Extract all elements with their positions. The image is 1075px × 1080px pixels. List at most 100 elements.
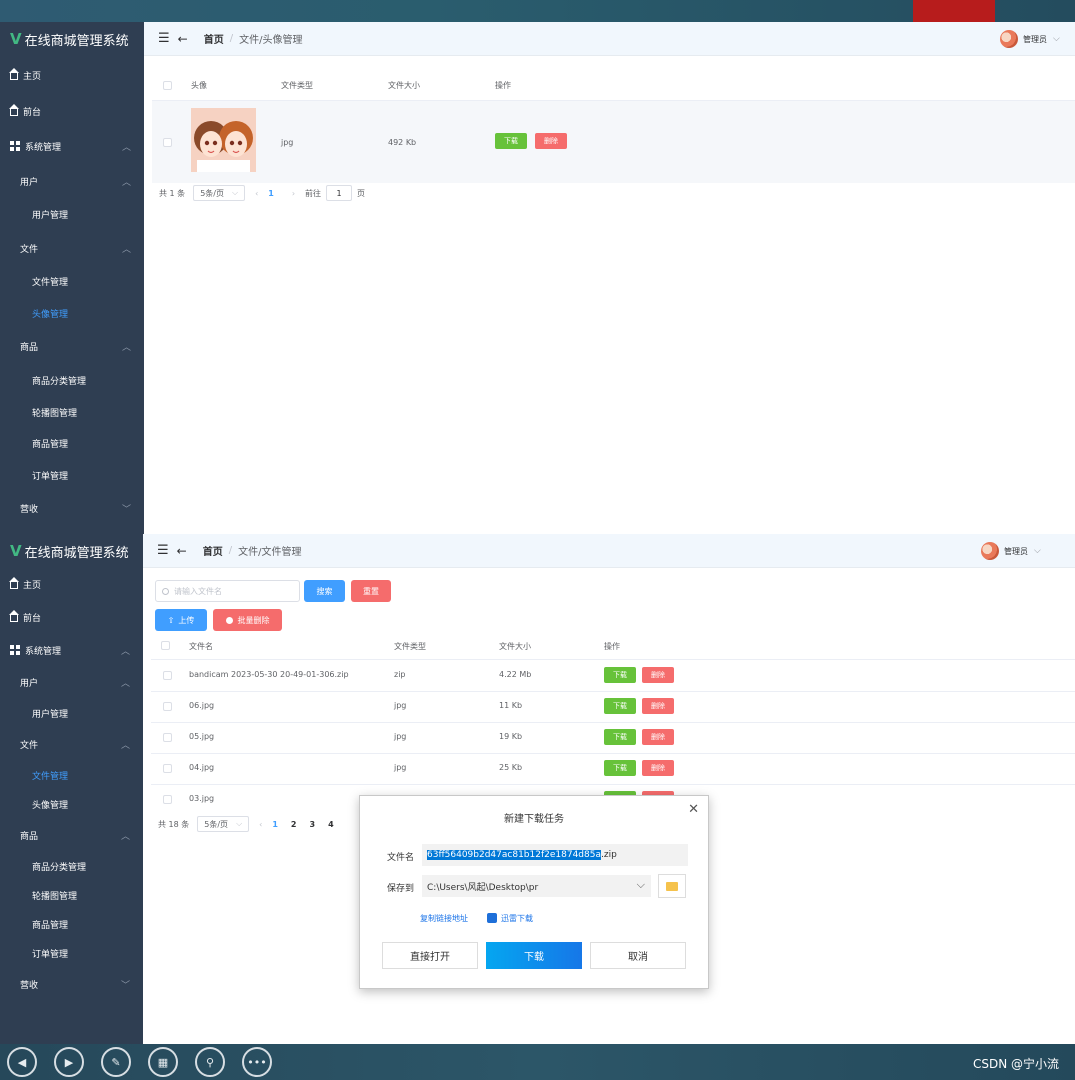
sidebar-item-avatar-mgmt[interactable]: 头像管理: [0, 794, 143, 814]
sidebar-item-revenue[interactable]: 营收 ﹀: [0, 974, 143, 994]
sidebar-item-system[interactable]: 系统管理 ︿: [0, 136, 144, 156]
row-checkbox[interactable]: [163, 795, 172, 804]
filename-input[interactable]: 63ff56409b2d47ac81b12f2e1874d85a .zip: [422, 844, 688, 866]
sidebar: V 在线商城管理系统 主页 前台 系统管理 ︿ 用户 ︿ 用户管理 文件 ︿ 文件管理 …: [0, 534, 143, 1044]
sidebar-item-home[interactable]: 主页: [0, 65, 144, 85]
sidebar-item-user[interactable]: 用户 ︿: [0, 672, 143, 692]
previous-icon[interactable]: ◀: [7, 1047, 37, 1077]
page-size-select[interactable]: 5条/页 ⌵: [197, 816, 250, 832]
batch-delete-button[interactable]: 批量删除: [213, 609, 282, 631]
row-checkbox[interactable]: [163, 702, 172, 711]
more-icon[interactable]: •••: [242, 1047, 272, 1077]
next-page-icon[interactable]: ›: [292, 189, 295, 198]
download-button[interactable]: 下载: [604, 729, 636, 745]
download-button[interactable]: 下载: [604, 698, 636, 714]
cancel-button[interactable]: 取消: [590, 942, 686, 969]
search-button[interactable]: 搜索: [304, 580, 345, 602]
sidebar-item-carousel[interactable]: 轮播图管理: [0, 885, 143, 905]
sidebar-item-file-mgmt[interactable]: 文件管理: [0, 271, 144, 291]
sidebar-item-user[interactable]: 用户 ︿: [0, 171, 144, 191]
brand[interactable]: V 在线商城管理系统: [0, 22, 144, 56]
row-checkbox[interactable]: [163, 733, 172, 742]
menu-toggle-icon[interactable]: ☰: [158, 31, 170, 46]
sidebar-item-file[interactable]: 文件 ︿: [0, 238, 144, 258]
page-number[interactable]: 4: [328, 820, 334, 829]
sidebar-item-revenue[interactable]: 营收 ﹀: [0, 498, 144, 518]
next-icon[interactable]: ▶: [54, 1047, 84, 1077]
user-menu[interactable]: 管理员 ⌵: [981, 542, 1041, 560]
saveto-select[interactable]: C:\Users\风起\Desktop\pr ⌵: [422, 875, 651, 897]
page-size-select[interactable]: 5条/页 ⌵: [193, 185, 246, 201]
top-window-bar: [0, 0, 1075, 22]
copy-link-button[interactable]: 复制链接地址: [420, 913, 468, 924]
page-number[interactable]: 3: [310, 820, 316, 829]
sidebar-item-user-mgmt[interactable]: 用户管理: [0, 703, 143, 723]
sidebar-item-label: 系统管理: [25, 646, 62, 657]
delete-button[interactable]: 删除: [535, 133, 567, 149]
breadcrumb-home[interactable]: 首页: [203, 543, 223, 558]
brand[interactable]: V 在线商城管理系统: [0, 534, 143, 568]
sidebar-item-order-mgmt[interactable]: 订单管理: [0, 943, 143, 963]
column-header-filename: 文件名: [189, 642, 213, 651]
sidebar-item-goods-mgmt[interactable]: 商品管理: [0, 433, 144, 453]
sidebar-item-goods-category[interactable]: 商品分类管理: [0, 370, 144, 390]
prev-page-icon[interactable]: ‹: [255, 189, 258, 198]
row-checkbox[interactable]: [163, 764, 172, 773]
file-type: jpg: [394, 732, 407, 741]
page-number[interactable]: 2: [291, 820, 297, 829]
sidebar-item-goods[interactable]: 商品 ︿: [0, 336, 144, 356]
goto-page-input[interactable]: 1: [326, 185, 353, 201]
select-all-checkbox[interactable]: [163, 81, 172, 90]
sidebar-item-goods[interactable]: 商品 ︿: [0, 825, 143, 845]
upload-button[interactable]: ⇧ 上传: [155, 609, 207, 631]
page-number[interactable]: 1: [272, 820, 278, 829]
prev-page-icon[interactable]: ‹: [259, 820, 262, 829]
back-arrow-icon[interactable]: ←: [178, 32, 188, 46]
back-arrow-icon[interactable]: ←: [177, 544, 187, 558]
download-button[interactable]: 下载: [604, 667, 636, 683]
download-confirm-button[interactable]: 下载: [486, 942, 582, 969]
thunder-download-link[interactable]: 迅雷下载: [487, 913, 533, 924]
delete-button[interactable]: 删除: [642, 729, 674, 745]
sidebar-item-carousel[interactable]: 轮播图管理: [0, 402, 144, 422]
slides-grid-icon[interactable]: ▦: [148, 1047, 178, 1077]
page-number[interactable]: 1: [268, 189, 274, 198]
sidebar-item-user-mgmt[interactable]: 用户管理: [0, 204, 144, 224]
pen-icon[interactable]: ✎: [101, 1047, 131, 1077]
zoom-icon[interactable]: ⚲: [195, 1047, 225, 1077]
pagination-total: 共 1 条: [159, 188, 186, 198]
sidebar-item-label: 系统管理: [25, 142, 62, 153]
sidebar-item-system[interactable]: 系统管理 ︿: [0, 640, 143, 660]
home-icon: [9, 610, 19, 622]
reset-button[interactable]: 重置: [351, 580, 391, 602]
download-button[interactable]: 下载: [495, 133, 527, 149]
sidebar-item-file[interactable]: 文件 ︿: [0, 734, 143, 754]
delete-button[interactable]: 删除: [642, 667, 674, 683]
delete-button[interactable]: 删除: [642, 698, 674, 714]
chevron-up-icon: ︿: [121, 142, 131, 153]
user-menu[interactable]: 管理员 ⌵: [1000, 30, 1060, 48]
sidebar-item-order-mgmt[interactable]: 订单管理: [0, 465, 144, 485]
chevron-down-icon: ⌵: [1034, 546, 1041, 556]
breadcrumb-current: 文件/头像管理: [239, 35, 303, 46]
folder-browse-button[interactable]: [658, 874, 686, 898]
sidebar-item-goods-category[interactable]: 商品分类管理: [0, 856, 143, 876]
delete-button[interactable]: 删除: [642, 760, 674, 776]
sidebar-item-front[interactable]: 前台: [0, 101, 144, 121]
search-input[interactable]: 请输入文件名: [155, 580, 300, 602]
sidebar-item-file-mgmt[interactable]: 文件管理: [0, 765, 143, 785]
breadcrumb-home[interactable]: 首页: [204, 31, 224, 46]
sidebar-item-front[interactable]: 前台: [0, 607, 143, 627]
select-all-checkbox[interactable]: [161, 641, 170, 650]
row-checkbox[interactable]: [163, 671, 172, 680]
row-checkbox[interactable]: [163, 138, 172, 147]
sidebar-item-goods-mgmt[interactable]: 商品管理: [0, 914, 143, 934]
close-icon[interactable]: ✕: [688, 802, 699, 817]
download-button[interactable]: 下载: [604, 760, 636, 776]
sidebar-item-home[interactable]: 主页: [0, 574, 143, 594]
file-name: bandicam 2023-05-30 20-49-01-306.zip: [189, 670, 349, 679]
sidebar-item-avatar-mgmt[interactable]: 头像管理: [0, 303, 144, 323]
menu-toggle-icon[interactable]: ☰: [157, 543, 169, 558]
open-directly-button[interactable]: 直接打开: [382, 942, 478, 969]
vue-logo-icon: V: [10, 30, 22, 48]
